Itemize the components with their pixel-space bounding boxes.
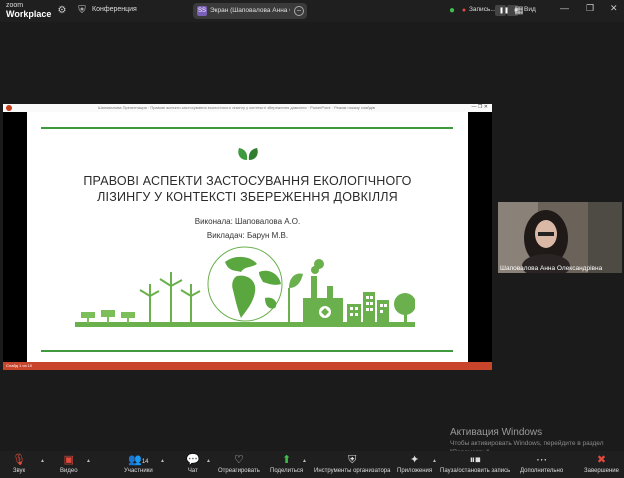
apps-button[interactable]: ✦ Приложения (397, 454, 432, 474)
meeting-toolbar: 🎙 Звук ▲ ▣ Видео ▲ 👥14 Участники ▲ 💬 Чат… (0, 451, 624, 478)
pause-stop-icon: ⏸⏹ (469, 454, 481, 466)
participants-options-chevron-icon[interactable]: ▲ (160, 458, 165, 464)
view-menu[interactable]: Вид (524, 6, 536, 13)
pause-stop-recording-button[interactable]: ⏸⏹ Пауза/остановить запись (440, 454, 510, 474)
presentation-title-bar: Шаповалова Презентация · Правові аспекти… (3, 104, 492, 112)
end-meeting-button[interactable]: ✖ Завершение (584, 454, 619, 474)
chat-button[interactable]: 💬 Чат (186, 454, 200, 474)
shield-icon: ⛨ (348, 454, 357, 466)
heart-icon: ♡ (233, 454, 244, 466)
zoom-logo: zoom Workplace (6, 2, 52, 19)
participant-name: Шаповалова Анна Олександрівна (500, 265, 603, 272)
close-window-button[interactable]: ✕ (610, 3, 618, 14)
slide-title-line1: ПРАВОВІ АСПЕКТИ ЗАСТОСУВАННЯ ЕКОЛОГІЧНОГ… (83, 174, 412, 188)
restore-window-button[interactable]: ❐ (586, 3, 594, 14)
conference-label[interactable]: Конференция (92, 6, 137, 13)
shield-icon[interactable]: ⛨ (76, 5, 88, 17)
chat-icon: 💬 (186, 454, 200, 466)
share-arrow-icon: ⬆ (281, 454, 292, 466)
video-button[interactable]: ▣ Видео (60, 454, 78, 474)
share-options-chevron-icon[interactable]: ▲ (302, 458, 307, 464)
participant-video[interactable]: Шаповалова Анна Олександрівна (498, 202, 622, 273)
participants-button[interactable]: 👥14 Участники (124, 454, 153, 474)
minimize-window-button[interactable]: — (560, 3, 569, 13)
video-options-chevron-icon[interactable]: ▲ (86, 458, 91, 464)
apps-icon: ✦ (409, 454, 420, 466)
presentation-window-controls: — ❐ ✕ (471, 104, 488, 110)
mic-muted-icon: 🎙 (12, 454, 26, 466)
settings-icon[interactable]: ⚙ (56, 5, 68, 17)
more-button[interactable]: ⋯ Дополнительно (520, 454, 563, 474)
slide-bottom-rule (41, 350, 453, 352)
pause-bars-icon: ❚❚ (498, 8, 510, 14)
slide-top-rule (41, 127, 453, 129)
windows-activation-title: Активация Windows (450, 427, 543, 438)
eco-illustration (75, 246, 415, 327)
minimize-share-icon[interactable]: – (294, 6, 304, 16)
slide-title-line2: ЛІЗИНГУ У КОНТЕКСТІ ЗБЕРЕЖЕННЯ ДОВКІЛЛЯ (97, 190, 398, 204)
grid-view-icon[interactable]: ▦ (513, 5, 525, 17)
shared-screen: Шаповалова Презентация · Правові аспекти… (3, 104, 492, 370)
leaf-icon (238, 148, 258, 160)
host-tools-button[interactable]: ⛨ Инструменты организатора (314, 454, 390, 474)
more-dots-icon: ⋯ (536, 454, 548, 466)
slide: ПРАВОВІ АСПЕКТИ ЗАСТОСУВАННЯ ЕКОЛОГІЧНОГ… (27, 112, 468, 362)
top-bar: zoom Workplace ⚙ ⛨ Конференция SS Экран … (0, 0, 624, 22)
presentation-title: Шаповалова Презентация · Правові аспекти… (98, 105, 375, 110)
share-button[interactable]: ⬆ Поделиться (270, 454, 303, 474)
react-button[interactable]: ♡ Отреагировать (218, 454, 260, 474)
people-icon: 👥14 (128, 454, 149, 466)
slide-counter: Слайд 1 из 10 (6, 363, 33, 368)
camera-off-icon: ▣ (63, 454, 74, 466)
slide-teacher: Викладач: Барун М.В. (206, 231, 289, 240)
recording-label: Запись... (469, 6, 496, 13)
chat-options-chevron-icon[interactable]: ▲ (206, 458, 211, 464)
presentation-status-bar: Слайд 1 из 10 (3, 362, 492, 370)
screen-share-label: Экран (Шаповалова Анна Олек (210, 7, 290, 14)
screen-share-pill[interactable]: SS Экран (Шаповалова Анна Олек – (193, 3, 307, 19)
powerpoint-icon (6, 105, 12, 111)
audio-button[interactable]: 🎙 Звук (12, 454, 26, 474)
participant-video-frame (498, 202, 622, 273)
audio-options-chevron-icon[interactable]: ▲ (40, 458, 45, 464)
apps-options-chevron-icon[interactable]: ▲ (432, 458, 437, 464)
slide-author: Виконала: Шаповалова А.О. (194, 217, 301, 226)
share-badge: SS (197, 6, 207, 16)
security-check-icon: ● (448, 5, 456, 16)
close-icon: ✖ (596, 454, 607, 466)
